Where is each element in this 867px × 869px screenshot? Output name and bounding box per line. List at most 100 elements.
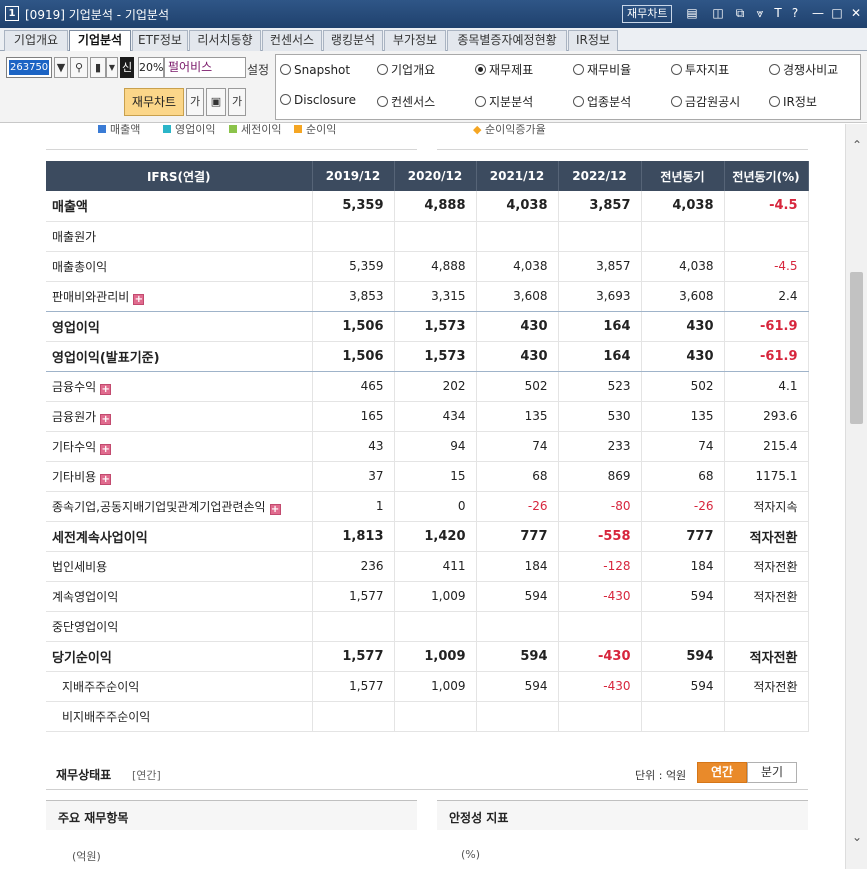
tab-ir-info[interactable]: IR정보: [568, 30, 618, 51]
legend-divider-left: [46, 149, 417, 150]
radio-snapshot[interactable]: Snapshot: [280, 61, 350, 79]
app-icon: 1: [5, 6, 19, 21]
radio-financial-statements[interactable]: 재무제표: [475, 61, 533, 79]
vertical-scrollbar[interactable]: ⌃ ⌄: [845, 124, 867, 869]
maximize-icon[interactable]: □: [829, 5, 845, 21]
radio-investment-indicators[interactable]: 투자지표: [671, 61, 729, 79]
expand-plus-icon[interactable]: +: [100, 473, 112, 485]
tab-capital-increase[interactable]: 종목별증자예정현황: [447, 30, 567, 51]
help-icon[interactable]: ?: [787, 5, 803, 21]
panel-title: 주요 재무항목: [58, 811, 129, 825]
tab-consensus[interactable]: 컨센서스: [262, 30, 322, 51]
scroll-down-icon[interactable]: ⌄: [846, 830, 867, 848]
financial-chart-button[interactable]: 재무차트: [622, 5, 673, 23]
table-row: 당기순이익 1,577 1,009 594 -430 594 적자전환: [46, 641, 809, 672]
row-label-cell[interactable]: 기타비용 +: [46, 461, 313, 492]
radio-competitor-comparison[interactable]: 경쟁사비교: [769, 61, 838, 79]
row-label: 영업이익(발표기준): [52, 350, 160, 366]
chart-window-icon[interactable]: ▤: [684, 5, 700, 21]
tab-company-overview[interactable]: 기업개요: [4, 30, 68, 51]
radio-consensus[interactable]: 컨센서스: [377, 93, 435, 111]
value-cell: 37: [312, 461, 395, 492]
annual-toggle[interactable]: 연간: [697, 762, 747, 783]
value-cell: 1,813: [312, 521, 395, 552]
radio-financial-ratios[interactable]: 재무비율: [573, 61, 631, 79]
value-cell: -128: [558, 551, 642, 582]
minimize-icon[interactable]: —: [810, 5, 826, 21]
row-label-cell[interactable]: 종속기업,공동지배기업및관계기업관련손익 +: [46, 491, 313, 522]
tab-research-trends[interactable]: 리서치동향: [189, 30, 261, 51]
table-row: 판매비와관리비 +3,853 3,315 3,608 3,693 3,608 2.4: [46, 281, 809, 312]
expand-plus-icon[interactable]: +: [100, 413, 112, 425]
table-row: 기타수익 +43 94 74 233 74 215.4: [46, 431, 809, 462]
radio-circle-icon: [280, 64, 291, 75]
value-cell: 3,608: [641, 281, 725, 312]
tab-additional-info[interactable]: 부가정보: [384, 30, 446, 51]
speaker-dropdown-icon[interactable]: ▼: [106, 57, 118, 78]
expand-plus-icon[interactable]: +: [133, 293, 145, 305]
stock-name-field[interactable]: 펄어비스: [164, 57, 246, 78]
unit-label: 단위 : 억원: [635, 769, 687, 782]
value-cell: 적자전환: [724, 671, 809, 702]
value-cell: [312, 611, 395, 642]
speaker-icon[interactable]: ▮: [90, 57, 106, 78]
radio-ir-info[interactable]: IR정보: [769, 93, 817, 111]
value-cell: 465: [312, 371, 395, 402]
stability-indicators-panel: 안정성 지표: [437, 800, 808, 830]
radio-fss-disclosure[interactable]: 금감원공시: [671, 93, 740, 111]
value-cell: 434: [394, 401, 477, 432]
value-cell: 530: [558, 401, 642, 432]
pin-icon[interactable]: ⩔: [752, 5, 768, 21]
row-label: 계속영업이익: [52, 589, 119, 604]
font-icon[interactable]: T: [770, 5, 786, 21]
value-cell: 184: [641, 551, 725, 582]
fit-screen-icon[interactable]: ▣: [206, 88, 226, 116]
content-area: 매출액 영업이익 세전이익 순이익 ◆ 순이익증가율 IFRS(연결) 2019…: [0, 124, 845, 869]
table-row: 비지배주주순이익: [46, 701, 809, 732]
value-cell: [641, 701, 725, 732]
code-dropdown-icon[interactable]: ▼: [54, 57, 68, 78]
row-label: 영업이익: [52, 320, 100, 336]
radio-ownership-analysis[interactable]: 지분분석: [475, 93, 533, 111]
row-label: 종속기업,공동지배기업및관계기업관련손익: [52, 499, 266, 514]
quarter-toggle[interactable]: 분기: [747, 762, 797, 783]
table-row: 세전계속사업이익 1,813 1,420 777 -558 777 적자전환: [46, 521, 809, 552]
legend-item-revenue: 매출액: [98, 124, 140, 137]
value-cell: [312, 221, 395, 252]
close-icon[interactable]: ✕: [848, 5, 864, 21]
font-size-icon[interactable]: 가: [186, 88, 204, 116]
row-label: 매출총이익: [52, 259, 108, 274]
diamond-icon: ◆: [473, 124, 482, 136]
settings-label[interactable]: 설정: [247, 61, 269, 78]
stock-code-input[interactable]: 263750: [6, 57, 52, 78]
scroll-up-icon[interactable]: ⌃: [846, 138, 867, 156]
tab-etf-info[interactable]: ETF정보: [132, 30, 188, 51]
tab-company-analysis[interactable]: 기업분석: [69, 30, 131, 52]
expand-plus-icon[interactable]: +: [100, 443, 112, 455]
value-cell: [641, 611, 725, 642]
row-label-cell[interactable]: 금융원가 +: [46, 401, 313, 432]
key-financial-items-panel: 주요 재무항목: [46, 800, 417, 830]
tab-ranking-analysis[interactable]: 랭킹분석: [323, 30, 383, 51]
value-cell: -430: [558, 671, 642, 702]
expand-plus-icon[interactable]: +: [100, 383, 112, 395]
row-label-cell[interactable]: 판매비와관리비 +: [46, 281, 313, 312]
row-label-cell[interactable]: 금융수익 +: [46, 371, 313, 402]
table-row: 영업이익 1,506 1,573 430 164 430 -61.9: [46, 311, 809, 342]
radio-disclosure[interactable]: Disclosure: [280, 91, 356, 109]
scroll-thumb[interactable]: [850, 272, 863, 424]
value-cell: [476, 701, 559, 732]
copy-window-icon[interactable]: ⧉: [732, 5, 748, 21]
radio-company-overview[interactable]: 기업개요: [377, 61, 435, 79]
window-titlebar: 1 [0919] 기업분석 - 기업분석 재무차트 ▤ ◫ ⧉ ⩔ T ? — …: [0, 0, 867, 28]
font-enlarge-icon[interactable]: 가: [228, 88, 246, 116]
row-label-cell: 매출원가: [46, 221, 313, 252]
value-cell: 233: [558, 431, 642, 462]
expand-plus-icon[interactable]: +: [269, 503, 281, 515]
financial-chart-toolbar-button[interactable]: 재무차트: [124, 88, 184, 116]
radio-industry-analysis[interactable]: 업종분석: [573, 93, 631, 111]
layout-icon[interactable]: ◫: [710, 5, 726, 21]
row-label-cell[interactable]: 기타수익 +: [46, 431, 313, 462]
search-icon[interactable]: ⚲: [70, 57, 88, 78]
radio-circle-icon: [671, 96, 682, 107]
